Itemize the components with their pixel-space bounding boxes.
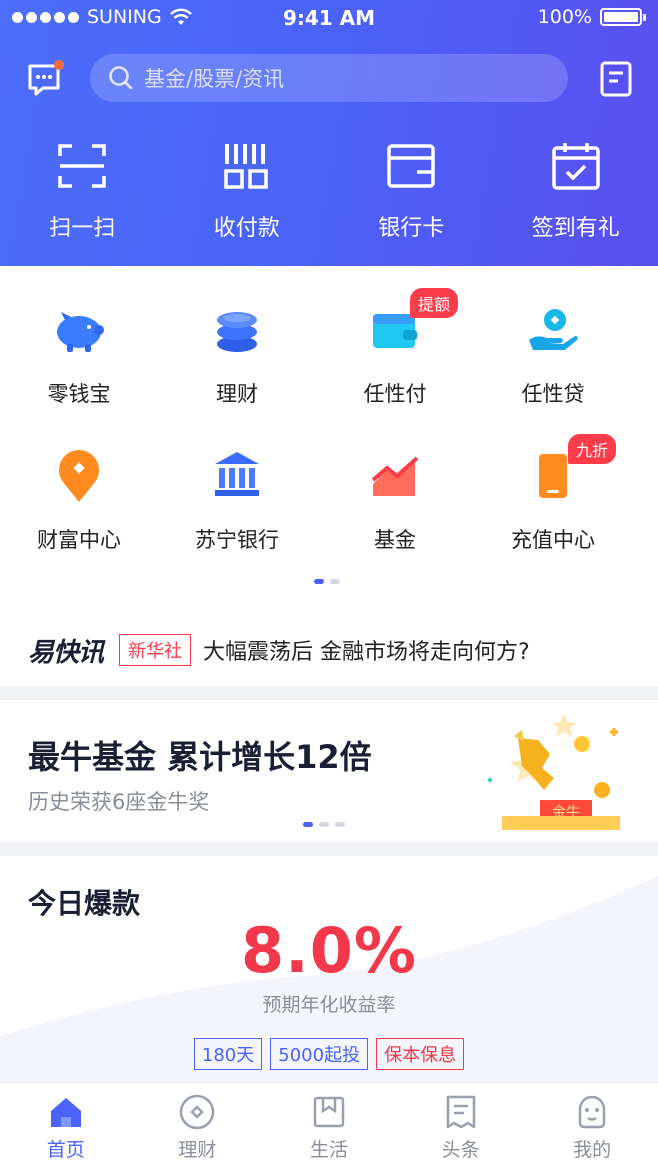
raise-limit-badge: 提额 xyxy=(410,288,459,318)
pager-dot-active xyxy=(314,579,324,584)
header: SUNING 9:41 AM 100% 基金/股票/资讯 扫一扫 收付款 银行卡… xyxy=(0,0,658,266)
calendar-check-icon xyxy=(552,143,600,190)
service-recharge[interactable]: 充值中心 九折 xyxy=(474,434,632,554)
news-logo: 易快讯 xyxy=(28,637,104,668)
search-placeholder: 基金/股票/资讯 xyxy=(144,67,285,91)
tab-headline[interactable]: 头条 xyxy=(395,1083,527,1170)
service-label: 理财 xyxy=(216,382,258,406)
fund-chart-icon xyxy=(371,456,419,496)
service-renxingfu[interactable]: 任性付 提额 xyxy=(316,288,474,408)
coin-stack-icon xyxy=(217,312,257,352)
search-input[interactable]: 基金/股票/资讯 xyxy=(90,54,568,102)
pager-dot xyxy=(330,579,340,584)
min-invest-tag: 5000起投 xyxy=(270,1038,369,1070)
life-bag-icon xyxy=(313,1096,345,1128)
home-icon xyxy=(50,1098,81,1127)
finance-icon xyxy=(180,1094,215,1130)
banner-pager xyxy=(303,822,345,827)
tab-label: 首页 xyxy=(46,1139,85,1161)
tab-life[interactable]: 生活 xyxy=(263,1083,395,1170)
tab-label: 我的 xyxy=(573,1139,612,1161)
quick-scan-label: 扫一扫 xyxy=(49,216,116,241)
pager-dot-active xyxy=(303,822,313,827)
news-source-tag: 新华社 xyxy=(119,634,192,666)
product-tags: 180天 5000起投 保本保息 xyxy=(0,1038,658,1070)
service-fund[interactable]: 基金 xyxy=(316,446,474,554)
message-icon[interactable] xyxy=(26,60,64,98)
service-wealth-center[interactable]: 财富中心 xyxy=(0,446,158,554)
quick-checkin-label: 签到有礼 xyxy=(531,216,620,241)
status-right: 100% xyxy=(537,6,646,28)
hot-product-card[interactable]: 今日爆款 8.0% 预期年化收益率 180天 5000起投 保本保息 xyxy=(0,856,658,1082)
services-pager xyxy=(314,579,340,584)
bank-card-icon xyxy=(387,144,435,188)
promo-banner[interactable]: 最牛基金 累计增长12倍 历史荣获6座金牛奖 金牛 xyxy=(0,700,658,842)
service-label: 财富中心 xyxy=(37,528,121,552)
tab-label: 理财 xyxy=(178,1139,217,1161)
tab-label: 生活 xyxy=(309,1139,348,1161)
bank-building-icon xyxy=(215,452,259,496)
battery-percent: 100% xyxy=(537,6,592,28)
banner-subtitle: 历史荣获6座金牛奖 xyxy=(28,790,210,814)
service-label: 充值中心 xyxy=(511,528,595,552)
search-icon xyxy=(109,66,133,90)
tab-profile[interactable]: 我的 xyxy=(526,1083,658,1170)
wealth-pin-icon xyxy=(59,450,99,502)
quick-checkin[interactable]: 签到有礼 xyxy=(494,140,658,242)
service-suning-bank[interactable]: 苏宁银行 xyxy=(158,446,316,554)
battery-icon xyxy=(600,8,646,26)
quick-actions: 扫一扫 收付款 银行卡 签到有礼 xyxy=(0,140,658,242)
discount-badge: 九折 xyxy=(568,434,617,464)
profile-icon xyxy=(578,1095,606,1129)
services-row-2: 财富中心 苏宁银行 基金 充值中心 九折 xyxy=(0,434,658,554)
expected-rate: 8.0% xyxy=(241,914,417,987)
quick-bank-card-label: 银行卡 xyxy=(378,216,445,241)
tab-home[interactable]: 首页 xyxy=(0,1083,132,1170)
quick-scan[interactable]: 扫一扫 xyxy=(0,140,165,242)
service-label: 基金 xyxy=(374,528,416,552)
headline-icon xyxy=(446,1095,475,1129)
status-bar: SUNING 9:41 AM 100% xyxy=(0,0,658,36)
service-licai[interactable]: 理财 xyxy=(158,300,316,408)
tab-label: 头条 xyxy=(441,1139,480,1161)
tab-finance[interactable]: 理财 xyxy=(132,1083,264,1170)
term-tag: 180天 xyxy=(193,1038,263,1070)
service-label: 任性付 xyxy=(363,382,427,406)
service-label: 苏宁银行 xyxy=(195,528,279,552)
service-label: 零钱宝 xyxy=(47,382,111,406)
pager-dot xyxy=(319,822,329,827)
loan-hand-icon xyxy=(529,309,578,350)
trophy-bull-illustration: 金牛 xyxy=(488,714,620,830)
service-lingqianbao[interactable]: 零钱宝 xyxy=(0,300,158,408)
piggy-bank-icon xyxy=(57,312,104,352)
pager-dot xyxy=(335,822,345,827)
service-renxingdai[interactable]: 任性贷 xyxy=(474,300,632,408)
banner-title: 最牛基金 累计增长12倍 xyxy=(28,738,372,776)
news-headline: 大幅震荡后 金融市场将走向何方? xyxy=(203,640,530,665)
services-panel: 零钱宝 理财 任性付 提额 任性贷 财富中心 苏宁银行 基金 充值中心 九折 易… xyxy=(0,266,658,686)
scan-icon xyxy=(58,144,106,188)
services-row-1: 零钱宝 理财 任性付 提额 任性贷 xyxy=(0,288,658,408)
payment-code-icon xyxy=(224,144,268,189)
quick-payment[interactable]: 收付款 xyxy=(165,140,330,242)
bill-icon[interactable] xyxy=(598,60,634,98)
expected-rate-label: 预期年化收益率 xyxy=(262,994,396,1016)
news-ticker[interactable]: 易快讯 新华社 大幅震荡后 金融市场将走向何方? xyxy=(0,620,658,680)
service-label: 任性贷 xyxy=(521,382,585,406)
guarantee-tag: 保本保息 xyxy=(376,1038,465,1070)
quick-bank-card[interactable]: 银行卡 xyxy=(329,140,494,242)
tab-bar: 首页 理财 生活 头条 我的 xyxy=(0,1082,658,1170)
quick-payment-label: 收付款 xyxy=(213,216,280,241)
